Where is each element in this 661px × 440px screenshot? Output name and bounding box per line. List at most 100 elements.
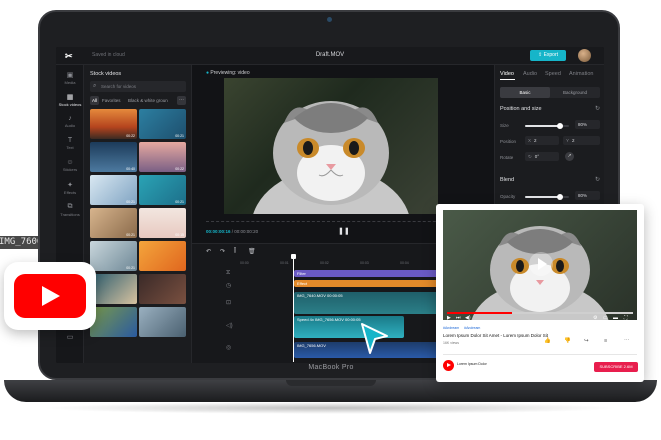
subscribe-button[interactable]: SUBSCRIBE 2.6M bbox=[594, 362, 638, 372]
rail-item-media[interactable]: ▣ Media bbox=[56, 71, 84, 85]
opacity-value-field[interactable]: 80% bbox=[575, 191, 600, 200]
stock-thumb-portrait[interactable] bbox=[90, 274, 137, 304]
youtube-views: 16K views bbox=[443, 341, 459, 345]
save-icon[interactable]: ≡ bbox=[604, 338, 607, 344]
segment-background[interactable]: Background bbox=[550, 87, 600, 98]
rail-item-captions[interactable]: ▭ bbox=[56, 333, 84, 342]
tab-speed[interactable]: Speed bbox=[545, 71, 561, 77]
hashtag-link[interactable]: #Andream bbox=[464, 326, 480, 330]
rail-item-audio[interactable]: ♪ Audio bbox=[56, 115, 84, 128]
stock-thumb-balloon[interactable]: 00:15 bbox=[139, 208, 186, 238]
size-slider-knob[interactable] bbox=[557, 123, 564, 129]
avatar[interactable] bbox=[578, 49, 591, 62]
tab-video[interactable]: Video bbox=[500, 71, 514, 77]
preview-video[interactable] bbox=[224, 78, 438, 214]
preview-scrub-line[interactable] bbox=[206, 221, 456, 222]
rotate-field[interactable]: ↻ 0° bbox=[525, 152, 559, 161]
rotate-value: 0° bbox=[534, 154, 540, 159]
dislike-icon[interactable]: 👎 bbox=[564, 338, 571, 344]
miniplayer-icon[interactable]: ▭ bbox=[603, 315, 608, 321]
stock-thumb-building[interactable]: 00:21 bbox=[90, 175, 137, 205]
chip-favorites[interactable]: Favorites bbox=[100, 96, 123, 105]
stock-thumb-airplane[interactable]: 00:22 bbox=[139, 142, 186, 172]
delete-icon[interactable]: 🗑 bbox=[248, 248, 256, 255]
volume-icon[interactable]: ◀) bbox=[465, 315, 471, 321]
rail-item-label: Media bbox=[64, 80, 76, 85]
tab-underline bbox=[500, 79, 515, 80]
next-icon[interactable]: ⏭ bbox=[456, 315, 461, 321]
stock-thumb-man[interactable] bbox=[139, 274, 186, 304]
tab-audio[interactable]: Audio bbox=[523, 71, 537, 77]
stock-thumb-laptop[interactable] bbox=[139, 307, 186, 337]
tab-animation[interactable]: Animation bbox=[569, 71, 593, 77]
video-clip-1[interactable]: IMG_7640.MOV 00:00:05 bbox=[294, 292, 446, 314]
search-icon: ⌕ bbox=[93, 83, 97, 89]
effect-clip[interactable]: Effect bbox=[294, 280, 446, 287]
size-label: Size bbox=[500, 123, 509, 128]
rail-item-label: Audio bbox=[64, 123, 76, 128]
channel-name[interactable]: Lorem Ipsum Dolor bbox=[457, 362, 487, 366]
playhead[interactable] bbox=[291, 254, 296, 362]
stock-thumb-city[interactable]: 00:21 bbox=[90, 241, 137, 271]
pause-icon[interactable]: ❚❚ bbox=[338, 227, 350, 235]
play-small-icon[interactable]: ▶ bbox=[447, 315, 451, 321]
share-icon[interactable]: ↪ bbox=[584, 338, 589, 344]
chip-more-button[interactable]: ⋯ bbox=[177, 96, 186, 105]
stock-thumb-sea[interactable]: 00:21 bbox=[139, 175, 186, 205]
segment-basic[interactable]: Basic bbox=[500, 87, 550, 98]
opacity-slider[interactable] bbox=[525, 194, 569, 200]
hashtag-link[interactable]: #Andream bbox=[443, 326, 459, 330]
play-icon[interactable] bbox=[529, 252, 553, 276]
laptop-notch bbox=[286, 380, 376, 386]
rotate-dial-icon[interactable]: ↗ bbox=[565, 152, 574, 161]
opacity-slider-fill bbox=[525, 196, 561, 198]
position-label: Position bbox=[500, 139, 517, 144]
chip-all[interactable]: All bbox=[90, 96, 100, 105]
reset-icon[interactable]: ↻ bbox=[595, 176, 600, 183]
stock-thumb-orange[interactable] bbox=[139, 241, 186, 271]
stock-thumb-skier[interactable]: 00:40 bbox=[90, 142, 137, 172]
rail-item-text[interactable]: T Text bbox=[56, 137, 84, 150]
stock-thumb-tennis[interactable] bbox=[90, 307, 137, 337]
clip-label: Speed 4x IMG_7656.MOV 00:00:05 bbox=[297, 317, 361, 322]
search-box[interactable]: ⌕ bbox=[90, 81, 186, 92]
size-slider-fill bbox=[525, 125, 561, 127]
undo-icon[interactable]: ↶ bbox=[206, 248, 211, 255]
youtube-video[interactable] bbox=[443, 210, 637, 320]
rail-item-stickers[interactable]: ☺ Stickers bbox=[56, 159, 84, 172]
rail-item-transitions[interactable]: ⧉ Transitions bbox=[56, 203, 84, 217]
size-slider[interactable] bbox=[525, 123, 569, 129]
rotate-icon: ↻ bbox=[528, 154, 532, 159]
stock-thumb-room[interactable]: 00:21 bbox=[90, 208, 137, 238]
ruler-tick: 00:00 bbox=[240, 261, 249, 265]
opacity-slider-knob[interactable] bbox=[557, 194, 564, 200]
stickers-icon: ☺ bbox=[66, 159, 74, 166]
youtube-logo-icon bbox=[4, 262, 96, 330]
ruler-tick: 00:01 bbox=[280, 261, 289, 265]
rail-item-effects[interactable]: ✦ Effects bbox=[56, 181, 84, 195]
youtube-progress[interactable] bbox=[447, 312, 633, 314]
channel-avatar-icon[interactable] bbox=[443, 360, 454, 371]
rail-item-label: Text bbox=[66, 145, 74, 150]
timecode-total: 00:00:00:20 bbox=[234, 229, 259, 234]
position-x-field[interactable]: X2 bbox=[525, 136, 559, 145]
stock-thumb-bridge[interactable]: 00:22 bbox=[90, 109, 137, 139]
size-value-field[interactable]: 80% bbox=[575, 120, 600, 129]
settings-icon[interactable]: ⚙ bbox=[593, 315, 597, 321]
more-icon[interactable]: ⋯ bbox=[624, 338, 630, 344]
export-button[interactable]: ⇪ Export bbox=[530, 50, 566, 61]
stock-thumb-canal[interactable]: 00:21 bbox=[139, 109, 186, 139]
document-title[interactable]: Draft.MOV bbox=[56, 52, 604, 58]
position-y-field[interactable]: Y2 bbox=[563, 136, 600, 145]
search-input[interactable] bbox=[101, 83, 181, 90]
split-icon[interactable]: ⫿ bbox=[234, 248, 236, 255]
theater-icon[interactable]: ▬ bbox=[613, 315, 618, 321]
chip-black-white[interactable]: Black & white groun bbox=[126, 96, 176, 105]
rail-item-stock-videos[interactable]: ▦ Stock videos bbox=[56, 93, 84, 107]
reset-icon[interactable]: ↻ bbox=[595, 105, 600, 112]
fullscreen-icon[interactable]: ⛶ bbox=[624, 315, 628, 321]
redo-icon[interactable]: ↷ bbox=[220, 248, 225, 255]
like-icon[interactable]: 👍 bbox=[544, 338, 551, 344]
filter-track-icon: ⧖ bbox=[226, 270, 231, 276]
filter-clip[interactable]: Filter bbox=[294, 270, 446, 277]
